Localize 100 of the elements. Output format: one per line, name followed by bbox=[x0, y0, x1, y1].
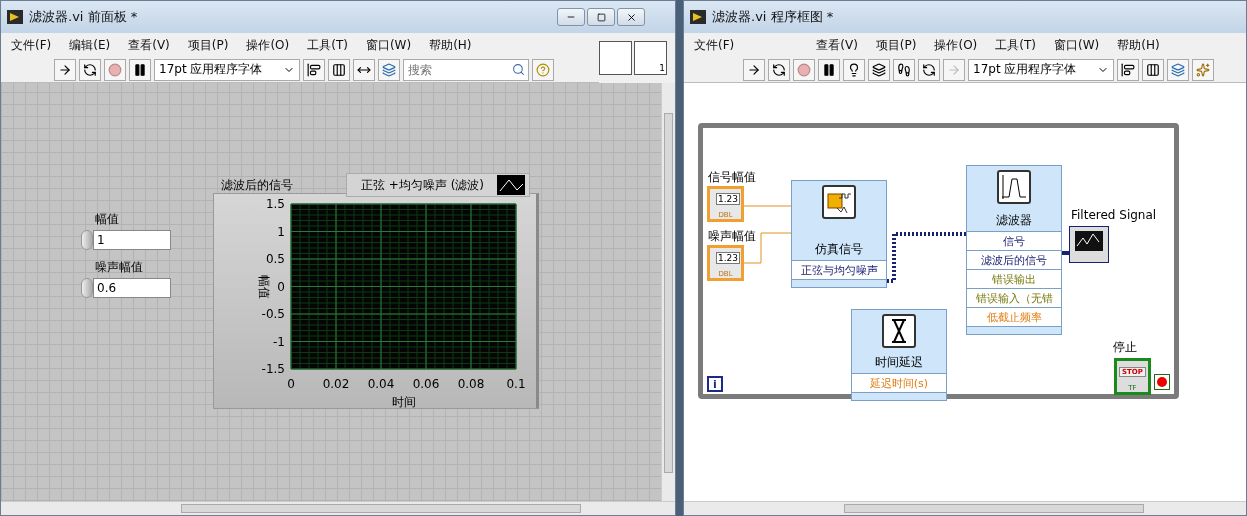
terminal-reading: 1.23 bbox=[715, 252, 740, 264]
circular-arrows-icon bbox=[772, 62, 786, 77]
graph-indicator-icon bbox=[1069, 226, 1109, 263]
menu-item[interactable]: 工具(T) bbox=[989, 36, 1042, 54]
highlight-button[interactable] bbox=[843, 58, 865, 81]
distribute-button[interactable] bbox=[1142, 58, 1164, 81]
reorder-button[interactable] bbox=[1167, 58, 1189, 81]
menu-item[interactable]: 帮助(H) bbox=[423, 36, 478, 54]
numeric-field[interactable]: 1 bbox=[93, 230, 171, 250]
lightbulb-icon bbox=[847, 62, 861, 77]
numeric-field[interactable]: 0.6 bbox=[93, 278, 171, 298]
indicator-label: Filtered Signal bbox=[1071, 209, 1157, 222]
node-terminal[interactable]: 错误输入（无错 bbox=[967, 288, 1061, 307]
menu-item[interactable]: 查看(V) bbox=[810, 36, 864, 54]
run-button[interactable] bbox=[743, 58, 765, 81]
footprints-icon bbox=[897, 62, 911, 77]
menu-item[interactable]: 文件(F) bbox=[688, 36, 741, 54]
font-dropdown[interactable]: 17pt 应用程序字体 bbox=[968, 58, 1114, 81]
minimize-button[interactable] bbox=[557, 8, 585, 26]
menu-item[interactable]: 查看(V) bbox=[122, 36, 176, 54]
y-tick-label: -0.5 bbox=[261, 307, 285, 321]
menu-item[interactable]: 帮助(H) bbox=[1111, 36, 1166, 54]
express-vi-node[interactable]: 仿真信号 正弦与均匀噪声 bbox=[791, 180, 887, 288]
x-tick-label: 0 bbox=[287, 377, 295, 391]
align-icon bbox=[1121, 62, 1135, 77]
menu-item[interactable]: 项目(P) bbox=[181, 36, 235, 54]
search-icon bbox=[512, 62, 525, 76]
x-tick-label: 0.06 bbox=[412, 377, 440, 391]
node-title: 仿真信号 bbox=[814, 241, 864, 258]
align-button[interactable] bbox=[1117, 58, 1139, 81]
help-button[interactable] bbox=[532, 58, 554, 81]
arrow-icon bbox=[947, 62, 961, 77]
search-field[interactable]: 搜索 bbox=[403, 58, 529, 81]
columns-icon bbox=[1146, 62, 1160, 77]
y-tick-label: 0 bbox=[277, 279, 285, 294]
stop-circle-icon bbox=[108, 62, 122, 77]
layers-icon bbox=[1171, 62, 1185, 77]
x-tick-label: 0.02 bbox=[322, 377, 350, 391]
horizontal-scrollbar[interactable] bbox=[684, 501, 1246, 515]
maximize-icon bbox=[596, 12, 606, 22]
arrow-icon bbox=[58, 62, 72, 77]
x-axis-title: 时间 bbox=[391, 395, 416, 408]
pause-icon bbox=[822, 62, 836, 77]
menu-item[interactable]: 窗口(W) bbox=[359, 36, 418, 54]
step-into-button[interactable] bbox=[893, 58, 915, 81]
close-icon bbox=[625, 11, 637, 23]
y-tick-label: 1.5 bbox=[265, 197, 285, 211]
stop-condition-icon[interactable] bbox=[1154, 374, 1170, 390]
node-terminal[interactable]: 正弦与均匀噪声 bbox=[792, 260, 886, 279]
horizontal-scrollbar[interactable] bbox=[1, 501, 675, 515]
menu-item[interactable]: 工具(T) bbox=[301, 36, 354, 54]
wire bbox=[744, 232, 791, 264]
reorder-button[interactable] bbox=[378, 58, 400, 81]
window-title: 滤波器.vi 前面板 * bbox=[29, 8, 139, 26]
express-vi-node[interactable]: 时间延迟 延迟时间(s) bbox=[851, 309, 947, 401]
wire bbox=[744, 205, 791, 207]
node-title: 时间延迟 bbox=[874, 354, 924, 371]
pause-button[interactable] bbox=[129, 58, 151, 81]
dot-icon bbox=[1157, 377, 1167, 387]
distribute-button[interactable] bbox=[328, 58, 350, 81]
run-button[interactable] bbox=[54, 58, 76, 81]
vertical-scrollbar[interactable] bbox=[661, 83, 675, 501]
node-terminal[interactable]: 滤波后的信号 bbox=[967, 250, 1061, 269]
circular-arrows-icon bbox=[83, 62, 97, 77]
terminal-label: 信号幅值 bbox=[708, 171, 756, 184]
step-over-button[interactable] bbox=[918, 58, 940, 81]
font-dropdown[interactable]: 17pt 应用程序字体 bbox=[154, 58, 300, 81]
window-title: 滤波器.vi 程序框图 * bbox=[712, 8, 835, 26]
express-vi-node[interactable]: 滤波器 信号 滤波后的信号 错误输出 错误输入（无错 低截止频率 bbox=[966, 165, 1062, 335]
x-tick-label: 0.04 bbox=[367, 377, 395, 391]
pane-number: 1 bbox=[658, 62, 666, 74]
maximize-button[interactable] bbox=[587, 8, 615, 26]
node-terminal[interactable]: 信号 bbox=[967, 231, 1061, 250]
vi-logo-icon bbox=[7, 10, 23, 24]
columns-icon bbox=[332, 62, 346, 77]
align-icon bbox=[307, 62, 321, 77]
circular-arrows-icon bbox=[922, 62, 936, 77]
menu-item[interactable]: 项目(P) bbox=[869, 36, 923, 54]
menu-item[interactable]: 文件(F) bbox=[5, 36, 58, 54]
pause-button[interactable] bbox=[818, 58, 840, 81]
node-terminal[interactable]: 错误输出 bbox=[967, 269, 1061, 288]
resize-button[interactable] bbox=[353, 58, 375, 81]
y-axis-title: 幅值 bbox=[257, 274, 271, 299]
menu-item[interactable]: 操作(O) bbox=[240, 36, 296, 54]
close-button[interactable] bbox=[617, 8, 645, 26]
menu-item[interactable]: 编辑(E) bbox=[63, 36, 117, 54]
menu-item[interactable]: 操作(O) bbox=[928, 36, 984, 54]
cleanup-button[interactable] bbox=[1192, 58, 1214, 81]
legend-label: 正弦 +均匀噪声 (滤波) bbox=[361, 176, 485, 194]
run-continuously-button[interactable] bbox=[768, 58, 790, 81]
x-tick-label: 0.1 bbox=[506, 377, 526, 391]
wire bbox=[1062, 251, 1069, 255]
control-label: 噪声幅值 bbox=[95, 259, 144, 276]
retain-values-button[interactable] bbox=[868, 58, 890, 81]
run-continuously-button[interactable] bbox=[79, 58, 101, 81]
layers-icon bbox=[872, 62, 886, 77]
connector-pane bbox=[599, 41, 632, 75]
menu-item[interactable]: 窗口(W) bbox=[1047, 36, 1106, 54]
align-button[interactable] bbox=[303, 58, 325, 81]
node-title: 滤波器 bbox=[995, 212, 1033, 229]
